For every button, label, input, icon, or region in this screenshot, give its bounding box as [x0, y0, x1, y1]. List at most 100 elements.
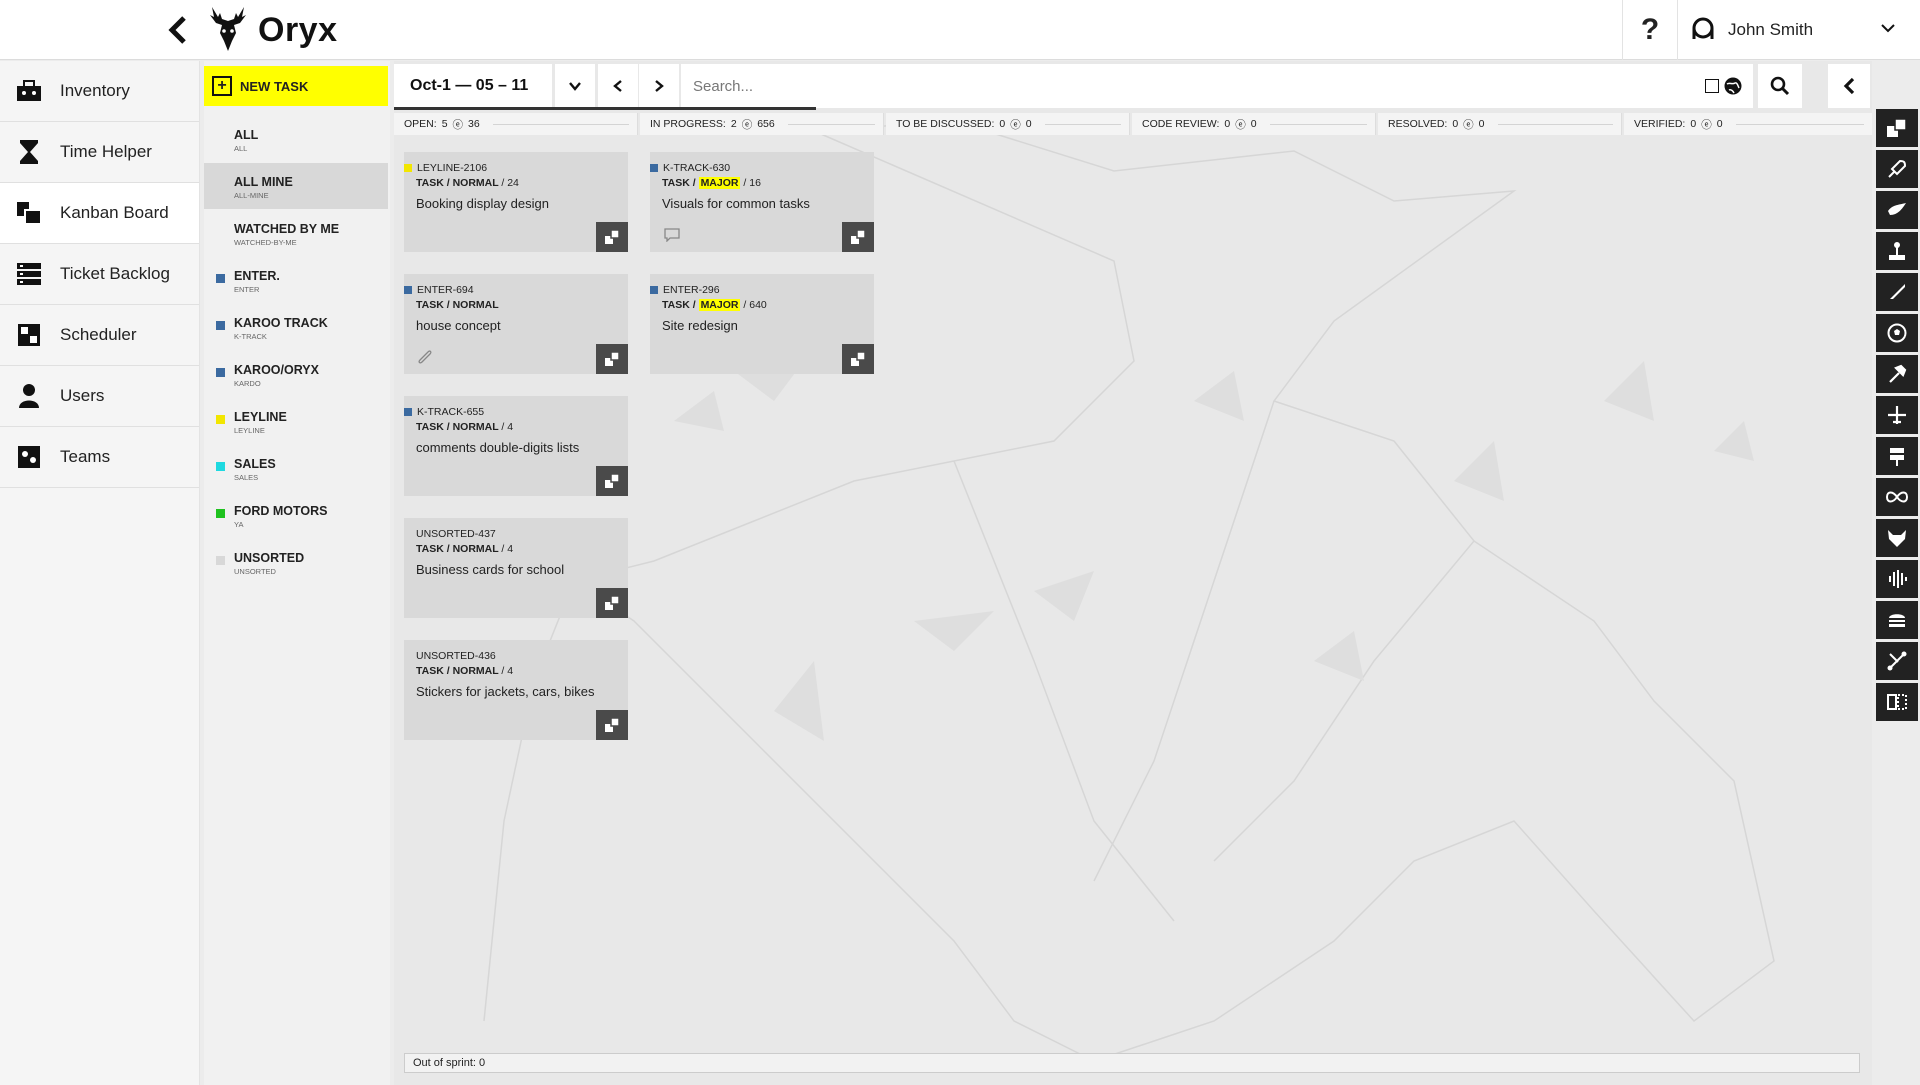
- card-action-button[interactable]: [596, 710, 628, 740]
- search-button[interactable]: [1758, 64, 1802, 108]
- search-scope-checkbox[interactable]: [1705, 79, 1719, 93]
- top-bar: Oryx ? John Smith: [0, 0, 1920, 60]
- previous-sprint-button[interactable]: [598, 64, 638, 108]
- column-estimate-sum: 0: [1025, 118, 1032, 130]
- task-key: K-TRACK-655: [417, 406, 485, 418]
- task-card[interactable]: K-TRACK-630 TASK / MAJOR / 16 Visuals fo…: [650, 152, 874, 252]
- task-key: ENTER-694: [417, 284, 474, 296]
- card-key: K-TRACK-655: [404, 406, 616, 418]
- tool-infinity-icon[interactable]: [1876, 478, 1918, 516]
- search-input[interactable]: [681, 64, 1681, 108]
- plus-icon: +: [212, 76, 232, 96]
- help-button[interactable]: ?: [1622, 0, 1678, 60]
- project-filter-leyline[interactable]: LEYLINE LEYLINE: [204, 398, 388, 444]
- right-tool-strip: [1876, 109, 1920, 724]
- task-type: TASK /: [662, 177, 696, 189]
- nav-item-scheduler[interactable]: Scheduler: [0, 305, 199, 366]
- project-filter-all[interactable]: ALL ALL: [204, 116, 388, 162]
- tool-burger-icon[interactable]: [1876, 601, 1918, 639]
- next-sprint-button[interactable]: [639, 64, 679, 108]
- task-card[interactable]: ENTER-296 TASK / MAJOR / 640 Site redesi…: [650, 274, 874, 374]
- card-meta: TASK / NORMAL / 4: [416, 421, 616, 433]
- tool-soccer-ball-icon[interactable]: [1876, 314, 1918, 352]
- tool-brush-icon[interactable]: [1876, 273, 1918, 311]
- column-header-open: OPEN: 5 ⓔ 36: [394, 113, 638, 135]
- task-title: Site redesign: [662, 318, 738, 333]
- tool-signpost-icon[interactable]: [1876, 437, 1918, 475]
- tool-kanban-icon[interactable]: [1876, 109, 1918, 147]
- task-card[interactable]: UNSORTED-437 TASK / NORMAL / 4 Business …: [404, 518, 628, 618]
- task-estimate: / 4: [501, 665, 514, 677]
- tool-joystick-icon[interactable]: [1876, 232, 1918, 270]
- project-code: ENTER: [234, 285, 260, 294]
- card-action-button[interactable]: [842, 222, 874, 252]
- out-of-sprint-bar[interactable]: Out of sprint: 0: [404, 1053, 1860, 1073]
- project-filter-enter[interactable]: ENTER. ENTER: [204, 257, 388, 303]
- column-divider-line: [1269, 123, 1367, 125]
- column-count: 0: [1224, 118, 1231, 130]
- tool-equalizer-icon[interactable]: [1876, 560, 1918, 598]
- column-divider-line: [492, 123, 629, 125]
- nav-item-inventory[interactable]: Inventory: [0, 61, 199, 122]
- project-filter-karoo-oryx[interactable]: KAROO/ORYX KARDO: [204, 351, 388, 397]
- task-card[interactable]: LEYLINE-2106 TASK / NORMAL / 24 Booking …: [404, 152, 628, 252]
- nav-item-time-helper[interactable]: Time Helper: [0, 122, 199, 183]
- project-name: FORD MOTORS: [234, 504, 328, 518]
- card-action-button[interactable]: [596, 344, 628, 374]
- task-card[interactable]: ENTER-694 TASK / NORMAL house concept: [404, 274, 628, 374]
- column-header-in-progress: IN PROGRESS: 2 ⓔ 656: [640, 113, 884, 135]
- estimate-icon: ⓔ: [1463, 118, 1474, 131]
- project-filter-sales[interactable]: SALES SALES: [204, 445, 388, 491]
- user-avatar-icon: [1692, 17, 1714, 39]
- project-filter-all-mine[interactable]: ALL MINE ALL-MINE: [204, 163, 388, 209]
- project-code: K-TRACK: [234, 332, 267, 341]
- project-color-swatch: [216, 321, 225, 330]
- task-estimate: / 16: [743, 177, 761, 189]
- project-filter-ford-motors[interactable]: FORD MOTORS YA: [204, 492, 388, 538]
- card-action-button[interactable]: [596, 466, 628, 496]
- tool-vector-icon[interactable]: [1876, 642, 1918, 680]
- column-estimate-sum: 0: [1478, 118, 1485, 130]
- task-card[interactable]: K-TRACK-655 TASK / NORMAL / 4 comments d…: [404, 396, 628, 496]
- kanban-icon: [16, 200, 42, 226]
- column-divider-line: [787, 123, 875, 125]
- user-menu[interactable]: John Smith: [1690, 0, 1920, 60]
- back-button[interactable]: [160, 12, 196, 48]
- task-title: comments double-digits lists: [416, 440, 580, 455]
- app-logo[interactable]: Oryx: [206, 4, 338, 56]
- nav-item-users[interactable]: Users: [0, 366, 199, 427]
- sprint-date-range[interactable]: Oct-1 — 05 – 11: [394, 64, 552, 108]
- project-color-swatch: [216, 415, 225, 424]
- tool-fox-icon[interactable]: [1876, 519, 1918, 557]
- nav-item-ticket-backlog[interactable]: Ticket Backlog: [0, 244, 199, 305]
- nav-item-kanban-board[interactable]: Kanban Board: [0, 183, 199, 244]
- column-estimate-sum: 0: [1716, 118, 1723, 130]
- tool-rocket-icon[interactable]: [1876, 150, 1918, 188]
- collapse-tools-button[interactable]: [1828, 64, 1870, 108]
- chevron-left-icon: [1843, 77, 1855, 95]
- project-color-swatch: [216, 509, 225, 518]
- card-action-button[interactable]: [596, 222, 628, 252]
- tool-bird-icon[interactable]: [1876, 191, 1918, 229]
- nav-item-teams[interactable]: Teams: [0, 427, 199, 488]
- card-action-button[interactable]: [596, 588, 628, 618]
- task-title: Booking display design: [416, 196, 549, 211]
- tool-hammer-icon[interactable]: [1876, 355, 1918, 393]
- column-header-resolved: RESOLVED: 0 ⓔ 0: [1378, 113, 1622, 135]
- project-filter-watched[interactable]: WATCHED BY ME WATCHED-BY-ME: [204, 210, 388, 256]
- column-header-code-review: CODE REVIEW: 0 ⓔ 0: [1132, 113, 1376, 135]
- nav-item-label: Time Helper: [60, 142, 152, 161]
- globe-icon[interactable]: [1723, 76, 1743, 96]
- nav-item-label: Users: [60, 386, 105, 405]
- card-action-button[interactable]: [842, 344, 874, 374]
- date-dropdown-button[interactable]: [555, 64, 595, 108]
- tool-compare-icon[interactable]: [1876, 683, 1918, 721]
- project-filter-unsorted[interactable]: UNSORTED UNSORTED: [204, 539, 388, 585]
- search-box: [681, 64, 1753, 108]
- project-filter-karoo-track[interactable]: KAROO TRACK K-TRACK: [204, 304, 388, 350]
- task-priority: NORMAL: [452, 299, 499, 311]
- new-task-button[interactable]: + NEW TASK: [204, 66, 388, 106]
- task-card[interactable]: UNSORTED-436 TASK / NORMAL / 4 Stickers …: [404, 640, 628, 740]
- tool-plane-icon[interactable]: [1876, 396, 1918, 434]
- card-meta: TASK / NORMAL / 24: [416, 177, 616, 189]
